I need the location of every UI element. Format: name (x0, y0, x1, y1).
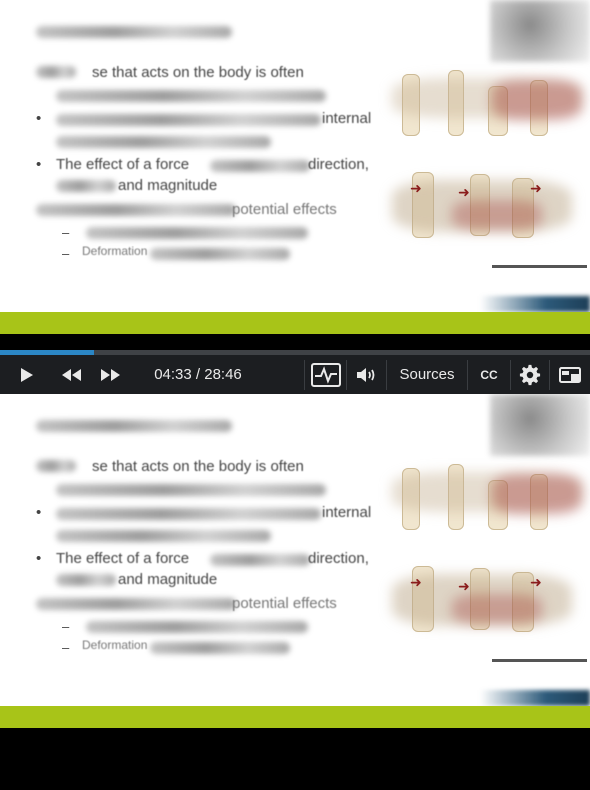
bullet-marker: • (36, 156, 42, 173)
slide-blur (150, 642, 290, 654)
gear-icon (519, 364, 541, 385)
time-display: 04:33 / 28:46 (134, 355, 262, 394)
bullet-marker: • (36, 110, 42, 127)
slide-view-top: se that acts on the body is often • inte… (0, 0, 590, 334)
dash-marker: – (62, 225, 70, 240)
dash-marker: – (62, 619, 70, 634)
volume-button[interactable] (350, 355, 384, 394)
slide-blur (86, 227, 308, 239)
slide-line-6: potential effects (232, 201, 337, 218)
divider (346, 360, 347, 390)
force-diagram-image: ➜ ➜ ➜ (392, 60, 590, 280)
divider (467, 360, 468, 390)
slide-line-5: and magnitude (118, 177, 218, 194)
slide-blur (210, 160, 310, 172)
slide-title-blur (36, 420, 232, 432)
slide-line-7: Deformation (82, 244, 148, 258)
slide-accent-stripe (480, 690, 590, 706)
bullet-marker: • (36, 550, 42, 567)
slide-line-3: The effect of a force (56, 550, 190, 567)
sources-label: Sources (399, 366, 455, 383)
slide-blur (36, 204, 236, 216)
slide-blur (36, 66, 76, 78)
volume-icon (357, 367, 375, 382)
sources-button[interactable]: Sources (390, 355, 464, 394)
analytics-button[interactable] (308, 355, 344, 394)
pulse-icon (311, 362, 341, 387)
slide-blur (56, 90, 326, 102)
captions-button[interactable]: CC (471, 355, 507, 394)
rewind-icon (62, 368, 81, 381)
slide-blur (210, 554, 310, 566)
slide-view-bottom: se that acts on the body is often • inte… (0, 394, 590, 728)
divider (549, 360, 550, 390)
slide-blur (56, 136, 271, 148)
slide-blur (56, 484, 326, 496)
slide-line-6: potential effects (232, 595, 337, 612)
slide-line-4: direction, (308, 156, 369, 173)
slide-line-2: internal (322, 504, 372, 521)
slide-blur (86, 621, 308, 633)
layout-icon (559, 366, 581, 383)
slide-line-3: The effect of a force (56, 156, 190, 173)
slide-blur (56, 530, 271, 542)
play-icon (21, 367, 33, 382)
slide-blur (56, 180, 116, 192)
play-button[interactable] (6, 355, 46, 394)
bullet-marker: • (36, 504, 42, 521)
slide-footer-band (0, 312, 590, 334)
slide-blur (36, 598, 236, 610)
dash-marker: – (62, 640, 70, 655)
dash-marker: – (62, 246, 70, 261)
slide-blur (56, 114, 321, 126)
settings-button[interactable] (514, 355, 546, 394)
slide-blur (56, 574, 116, 586)
slide-title-blur (36, 26, 232, 38)
slide-line-2: internal (322, 110, 372, 127)
slide-line-7: Deformation (82, 638, 148, 652)
divider (386, 360, 387, 390)
fast-forward-button[interactable] (92, 355, 130, 394)
slide-line-5: and magnitude (118, 571, 218, 588)
rewind-button[interactable] (52, 355, 90, 394)
slide-line-4: direction, (308, 550, 369, 567)
divider (304, 360, 305, 390)
layout-button[interactable] (553, 355, 587, 394)
slide-blur (36, 460, 76, 472)
fast-forward-icon (101, 368, 120, 381)
divider (510, 360, 511, 390)
slide-footer-band (0, 706, 590, 728)
slide-photo (490, 394, 590, 456)
slide-photo (490, 0, 590, 62)
slide-accent-stripe (480, 296, 590, 312)
force-diagram-image: ➜ ➜ ➜ (392, 454, 590, 674)
slide-blur (56, 508, 321, 520)
slide-blur (150, 248, 290, 260)
cc-label: CC (480, 367, 498, 382)
time-text: 04:33 / 28:46 (154, 366, 242, 383)
slide-line-1: se that acts on the body is often (92, 458, 304, 475)
slide-line-1: se that acts on the body is often (92, 64, 304, 81)
